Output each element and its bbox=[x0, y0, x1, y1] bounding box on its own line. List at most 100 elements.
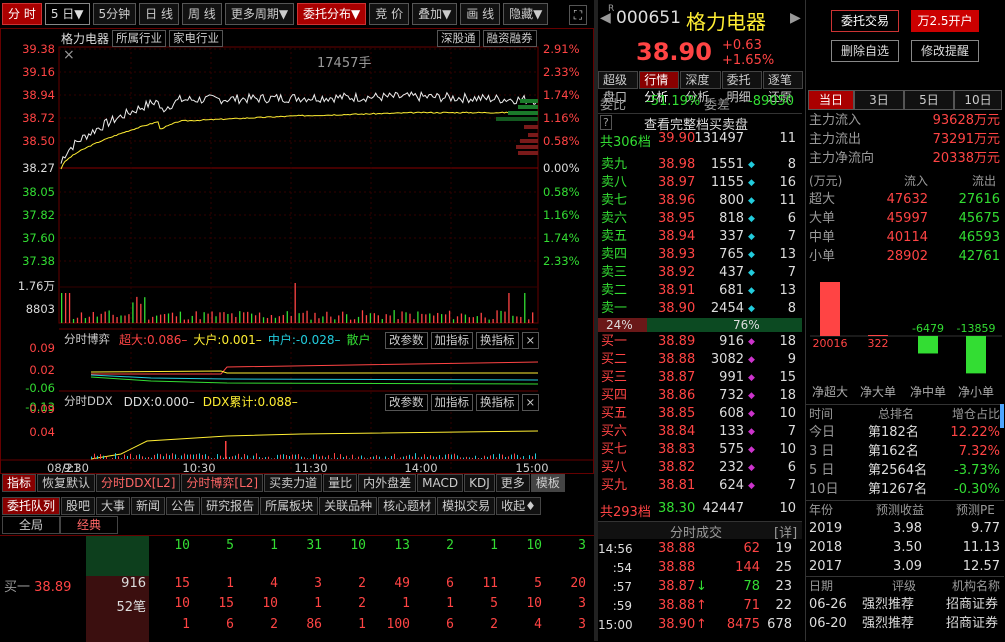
book-row[interactable]: 卖五38.94337◆7 bbox=[598, 228, 802, 246]
flow-tab-today[interactable]: 当日 bbox=[808, 90, 854, 110]
book-volume: 2454 bbox=[698, 300, 744, 318]
tab-related[interactable]: 关联品种 bbox=[319, 497, 377, 515]
open-account-button[interactable]: 万2.5开户 bbox=[911, 10, 979, 32]
tab-5min[interactable]: 5分钟 bbox=[93, 3, 137, 25]
tab-sector[interactable]: 所属板块 bbox=[260, 497, 318, 515]
order-trade-button[interactable]: 委托交易 bbox=[831, 10, 899, 32]
tab-sim-trade[interactable]: 模拟交易 bbox=[437, 497, 495, 515]
subtab-classic[interactable]: 经典 bbox=[60, 516, 118, 534]
tab-order-detail[interactable]: 委托明细 bbox=[722, 71, 762, 89]
indicator2-name[interactable]: 分时DDX bbox=[61, 394, 116, 410]
edit-alert-button[interactable]: 修改提醒 bbox=[911, 40, 979, 62]
tab-5day[interactable]: 5 日▼ bbox=[45, 3, 90, 25]
book-row[interactable]: 买七38.83575◆10 bbox=[598, 441, 802, 459]
tab-research[interactable]: 研究报告 bbox=[201, 497, 259, 515]
book-row[interactable]: 卖七38.96800◆11 bbox=[598, 192, 802, 210]
help-icon[interactable]: ? bbox=[600, 115, 612, 130]
collapse-button[interactable]: 收起♦ bbox=[496, 497, 541, 515]
ind2-switch-button[interactable]: 换指标 bbox=[476, 394, 519, 411]
tab-market-analysis[interactable]: 行情分析 bbox=[639, 71, 679, 89]
ind2-params-button[interactable]: 改参数 bbox=[385, 394, 428, 411]
tab-announce[interactable]: 公告 bbox=[166, 497, 200, 515]
book-row[interactable]: 买八38.82232◆6 bbox=[598, 459, 802, 477]
book-row[interactable]: 卖二38.91681◆13 bbox=[598, 282, 802, 300]
tab-order-distribution[interactable]: 委托分布▼ bbox=[297, 3, 366, 25]
book-row[interactable]: 买二38.883082◆9 bbox=[598, 351, 802, 369]
next-stock-icon[interactable]: ▶ bbox=[790, 10, 801, 26]
tab-vol-ratio[interactable]: 量比 bbox=[323, 474, 357, 492]
book-row[interactable]: 买一38.89916◆18 bbox=[598, 333, 802, 351]
tab-hide[interactable]: 隐藏▼ bbox=[503, 3, 548, 25]
indicator1-name[interactable]: 分时博弈 bbox=[61, 332, 113, 348]
ind1-add-button[interactable]: 加指标 bbox=[431, 332, 474, 349]
scrollbar[interactable] bbox=[1000, 404, 1004, 428]
book-row[interactable]: 买九38.81624◆7 bbox=[598, 477, 802, 495]
tab-core-theme[interactable]: 核心题材 bbox=[378, 497, 436, 515]
arrow-up-icon: ↑ bbox=[696, 597, 707, 615]
book-row[interactable]: 买四38.86732◆18 bbox=[598, 387, 802, 405]
book-price: 38.89 bbox=[658, 333, 695, 351]
tab-indicator[interactable]: 指标 bbox=[2, 474, 36, 492]
tab-intraday[interactable]: 分 时 bbox=[2, 3, 42, 25]
tag-appliance[interactable]: 家电行业 bbox=[169, 30, 223, 47]
book-marker-icon: ◆ bbox=[748, 282, 755, 300]
indicator1-header: 分时博弈 超大:0.086– 大户:0.001– 中户:-0.028– 散户 bbox=[61, 332, 371, 348]
tab-daily[interactable]: 日 线 bbox=[139, 3, 179, 25]
tab-order-queue[interactable]: 委托队列 bbox=[2, 497, 60, 515]
flow-in: 45997 bbox=[866, 210, 928, 228]
ind2-tick: 0.04 bbox=[29, 425, 55, 439]
close-icon[interactable]: × bbox=[522, 394, 540, 411]
ind2-add-button[interactable]: 加指标 bbox=[431, 394, 474, 411]
ind1-switch-button[interactable]: 换指标 bbox=[476, 332, 519, 349]
flow-tab-5d[interactable]: 5日 bbox=[904, 90, 954, 110]
book-row[interactable]: 买五38.85608◆10 bbox=[598, 405, 802, 423]
book-row[interactable]: 卖九38.981551◆8 bbox=[598, 156, 802, 174]
tab-draw[interactable]: 画 线 bbox=[460, 3, 500, 25]
book-row[interactable]: 卖三38.92437◆7 bbox=[598, 264, 802, 282]
flow-tab-10d[interactable]: 10日 bbox=[954, 90, 1002, 110]
tab-depth[interactable]: 深度分析 bbox=[680, 71, 720, 89]
book-row[interactable]: 买三38.87991◆15 bbox=[598, 369, 802, 387]
book-row[interactable]: 卖四38.93765◆13 bbox=[598, 246, 802, 264]
tab-macd[interactable]: MACD bbox=[417, 474, 463, 492]
flow-tab-3d[interactable]: 3日 bbox=[854, 90, 904, 110]
tick-detail-button[interactable]: [详] bbox=[774, 522, 797, 541]
tab-kdj[interactable]: KDJ bbox=[464, 474, 495, 492]
tab-force[interactable]: 买卖力道 bbox=[264, 474, 322, 492]
close-icon[interactable]: × bbox=[522, 332, 540, 349]
tab-inout[interactable]: 内外盘差 bbox=[358, 474, 416, 492]
tab-reset[interactable]: 恢复默认 bbox=[37, 474, 95, 492]
tab-tick-restore[interactable]: 逐笔还原 bbox=[763, 71, 803, 89]
fullscreen-icon[interactable]: ⛶ bbox=[569, 5, 587, 25]
tab-more-periods[interactable]: 更多周期▼ bbox=[225, 3, 294, 25]
sell-total-row: 共306档 39.90 131497 11 bbox=[598, 131, 802, 149]
remove-watchlist-button[interactable]: 删除自选 bbox=[831, 40, 899, 62]
tab-forum[interactable]: 股吧 bbox=[61, 497, 95, 515]
tag-connect[interactable]: 深股通 bbox=[437, 30, 480, 47]
tag-industry[interactable]: 所属行业 bbox=[112, 30, 166, 47]
tab-weekly[interactable]: 周 线 bbox=[182, 3, 222, 25]
tab-template[interactable]: 模板 bbox=[531, 474, 565, 492]
book-row[interactable]: 卖六38.95818◆6 bbox=[598, 210, 802, 228]
queue-cell: 15 bbox=[150, 576, 190, 591]
ind1-params-button[interactable]: 改参数 bbox=[385, 332, 428, 349]
tab-super-quote[interactable]: 超级盘口 bbox=[598, 71, 638, 89]
book-count: 18 bbox=[770, 333, 796, 351]
tab-auction[interactable]: 竞 价 bbox=[369, 3, 409, 25]
r-badge: R bbox=[608, 4, 614, 14]
tag-margin[interactable]: 融资融券 bbox=[483, 30, 537, 47]
book-marker-icon: ◆ bbox=[748, 192, 755, 210]
book-row[interactable]: 卖八38.971155◆16 bbox=[598, 174, 802, 192]
price-line bbox=[61, 92, 536, 164]
tab-ddx-l2[interactable]: 分时DDX[L2] bbox=[96, 474, 180, 492]
tab-news[interactable]: 新闻 bbox=[131, 497, 165, 515]
tab-overlay[interactable]: 叠加▼ bbox=[412, 3, 457, 25]
tab-game-l2[interactable]: 分时博弈[L2] bbox=[181, 474, 263, 492]
subtab-global[interactable]: 全局 bbox=[2, 516, 60, 534]
book-row[interactable]: 买六38.84133◆7 bbox=[598, 423, 802, 441]
tab-more[interactable]: 更多 bbox=[496, 474, 530, 492]
tab-events[interactable]: 大事 bbox=[96, 497, 130, 515]
rating-row: 06-20强烈推荐招商证券 bbox=[806, 615, 1004, 633]
book-row[interactable]: 卖一38.902454◆8 bbox=[598, 300, 802, 318]
close-chart-icon[interactable]: × bbox=[63, 47, 75, 63]
